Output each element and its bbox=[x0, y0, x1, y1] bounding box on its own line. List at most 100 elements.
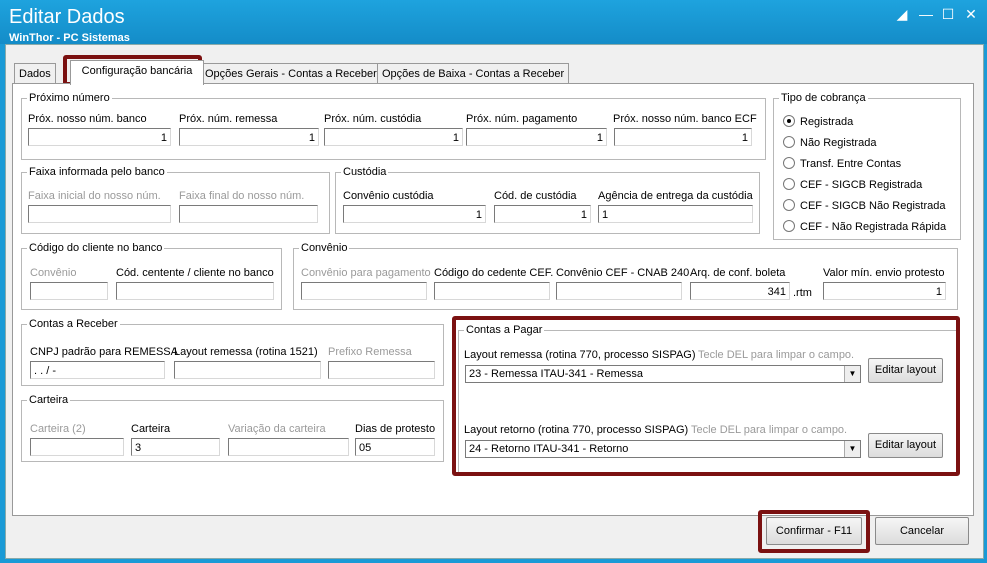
tab-dados[interactable]: Dados bbox=[14, 63, 56, 84]
field-label: CNPJ padrão para REMESSA bbox=[30, 346, 178, 358]
variacao-carteira-input[interactable] bbox=[228, 438, 349, 456]
tab-panel: Próximo número Próx. nosso núm. banco 1 … bbox=[12, 83, 974, 516]
field-label: Convênio custódia bbox=[343, 190, 434, 202]
radio-label: CEF - SIGCB Não Registrada bbox=[800, 200, 946, 212]
radio-cef-sigcb-nao-registrada[interactable]: CEF - SIGCB Não Registrada bbox=[783, 199, 946, 212]
field-label: Próx. núm. remessa bbox=[179, 113, 278, 125]
group-legend: Contas a Receber bbox=[29, 318, 118, 330]
prefixo-remessa-input[interactable] bbox=[328, 361, 435, 379]
field-label: Próx. núm. pagamento bbox=[466, 113, 578, 125]
field-label: Prefixo Remessa bbox=[328, 346, 412, 358]
window-subtitle: WinThor - PC Sistemas bbox=[9, 32, 130, 44]
chevron-down-icon[interactable]: ▼ bbox=[844, 441, 860, 457]
restore-icon[interactable]: ◢ bbox=[893, 6, 911, 22]
radio-cef-nao-registrada-rapida[interactable]: CEF - Não Registrada Rápida bbox=[783, 220, 946, 233]
field-label: Próx. núm. custódia bbox=[324, 113, 422, 125]
field-label: Cód. de custódia bbox=[494, 190, 577, 202]
convenio-custodia-input[interactable]: 1 bbox=[343, 205, 486, 223]
field-label: Convênio bbox=[30, 267, 77, 279]
field-label: Convênio para pagamento bbox=[301, 267, 431, 279]
field-label: Convênio CEF - CNAB 240 bbox=[556, 267, 690, 279]
prox-nosso-num-banco-ecf-input[interactable]: 1 bbox=[614, 128, 752, 146]
layout-remessa-select[interactable]: 23 - Remessa ITAU-341 - Remessa ▼ bbox=[465, 365, 861, 383]
convenio-cef-cnab-input[interactable] bbox=[556, 282, 682, 300]
arq-extension: .rtm bbox=[793, 287, 812, 299]
proximo-numero-group: Próximo número bbox=[21, 92, 766, 160]
field-label: Próx. nosso núm. banco bbox=[28, 113, 147, 125]
field-label: Próx. nosso núm. banco ECF bbox=[613, 113, 757, 125]
radio-label: Registrada bbox=[800, 116, 854, 128]
group-legend: Convênio bbox=[301, 242, 348, 254]
app-window: Editar Dados WinThor - PC Sistemas ◢ — ☐… bbox=[0, 0, 987, 563]
chevron-down-icon[interactable]: ▼ bbox=[844, 366, 860, 382]
minimize-icon[interactable]: — bbox=[917, 6, 935, 22]
field-label: Carteira (2) bbox=[30, 423, 86, 435]
field-label: Faixa final do nosso núm. bbox=[179, 190, 305, 202]
prox-num-custodia-input[interactable]: 1 bbox=[324, 128, 463, 146]
field-label: Layout retorno (rotina 770, processo SIS… bbox=[464, 424, 689, 436]
codigo-cedente-cef-input[interactable] bbox=[434, 282, 550, 300]
editar-layout-remessa-button[interactable]: Editar layout bbox=[868, 358, 943, 383]
cnpj-remessa-input[interactable]: . . / - bbox=[30, 361, 165, 379]
field-label: Variação da carteira bbox=[228, 423, 326, 435]
tab-configuracao-bancaria[interactable]: Configuração bancária bbox=[70, 60, 204, 85]
cod-cedente-cliente-input[interactable] bbox=[116, 282, 274, 300]
field-label: Carteira bbox=[131, 423, 171, 435]
radio-nao-registrada[interactable]: Não Registrada bbox=[783, 136, 876, 149]
group-legend: Faixa informada pelo banco bbox=[29, 166, 165, 178]
radio-cef-sigcb-registrada[interactable]: CEF - SIGCB Registrada bbox=[783, 178, 922, 191]
group-legend: Tipo de cobrança bbox=[781, 92, 866, 104]
dialog-client: Dados Configuração bancária Opções Gerai… bbox=[5, 44, 984, 559]
radio-circle-icon bbox=[783, 178, 795, 190]
radio-circle-icon bbox=[783, 220, 795, 232]
faixa-inicial-input[interactable] bbox=[28, 205, 171, 223]
radio-transf-entre-contas[interactable]: Transf. Entre Contas bbox=[783, 157, 901, 170]
field-hint: Tecle DEL para limpar o campo. bbox=[691, 424, 848, 436]
agencia-entrega-custodia-input[interactable]: 1 bbox=[598, 205, 753, 223]
field-label: Valor mín. envio protesto bbox=[823, 267, 945, 279]
radio-registrada[interactable]: Registrada bbox=[783, 115, 853, 128]
prox-num-pagamento-input[interactable]: 1 bbox=[466, 128, 607, 146]
field-label: Dias de protesto bbox=[355, 423, 436, 435]
group-legend: Custódia bbox=[343, 166, 387, 178]
field-hint: Tecle DEL para limpar o campo. bbox=[698, 349, 855, 361]
radio-circle-icon bbox=[783, 115, 795, 127]
carteira-input[interactable]: 3 bbox=[131, 438, 220, 456]
radio-circle-icon bbox=[783, 199, 795, 211]
carteira-2-input[interactable] bbox=[30, 438, 124, 456]
radio-circle-icon bbox=[783, 157, 795, 169]
field-label: Arq. de conf. boleta bbox=[690, 267, 786, 279]
convenio-cliente-input[interactable] bbox=[30, 282, 108, 300]
radio-label: CEF - Não Registrada Rápida bbox=[800, 221, 947, 233]
field-label: Layout remessa (rotina 770, processo SIS… bbox=[464, 349, 696, 361]
layout-retorno-select[interactable]: 24 - Retorno ITAU-341 - Retorno ▼ bbox=[465, 440, 861, 458]
convenio-pagamento-input[interactable] bbox=[301, 282, 427, 300]
tab-opcoes-baixa[interactable]: Opções de Baixa - Contas a Receber bbox=[377, 63, 570, 84]
maximize-icon[interactable]: ☐ bbox=[939, 6, 957, 22]
radio-label: CEF - SIGCB Registrada bbox=[800, 179, 923, 191]
cancelar-button[interactable]: Cancelar bbox=[875, 517, 969, 545]
faixa-final-input[interactable] bbox=[179, 205, 318, 223]
field-label: Código do cedente CEF. bbox=[434, 267, 554, 279]
select-value: 24 - Retorno ITAU-341 - Retorno bbox=[469, 443, 629, 455]
cod-custodia-input[interactable]: 1 bbox=[494, 205, 591, 223]
field-label: Cód. centente / cliente no banco bbox=[116, 267, 274, 279]
field-label: Agência de entrega da custódia bbox=[598, 190, 753, 202]
confirmar-button[interactable]: Confirmar - F11 bbox=[766, 517, 862, 545]
editar-layout-retorno-button[interactable]: Editar layout bbox=[868, 433, 943, 458]
prox-num-remessa-input[interactable]: 1 bbox=[179, 128, 319, 146]
group-legend: Carteira bbox=[29, 394, 69, 406]
group-legend: Código do cliente no banco bbox=[29, 242, 163, 254]
close-icon[interactable]: ✕ bbox=[962, 6, 980, 22]
radio-circle-icon bbox=[783, 136, 795, 148]
dias-protesto-input[interactable]: 05 bbox=[355, 438, 435, 456]
select-value: 23 - Remessa ITAU-341 - Remessa bbox=[469, 368, 644, 380]
prox-nosso-num-banco-input[interactable]: 1 bbox=[28, 128, 171, 146]
arq-conf-boleta-input[interactable]: 341 bbox=[690, 282, 790, 300]
window-title: Editar Dados bbox=[9, 6, 125, 28]
valor-min-protesto-input[interactable]: 1 bbox=[823, 282, 946, 300]
tab-opcoes-gerais[interactable]: Opções Gerais - Contas a Receber bbox=[200, 63, 382, 84]
layout-remessa-1521-input[interactable] bbox=[174, 361, 321, 379]
field-label: Faixa inicial do nosso núm. bbox=[28, 190, 161, 202]
radio-label: Não Registrada bbox=[800, 137, 877, 149]
